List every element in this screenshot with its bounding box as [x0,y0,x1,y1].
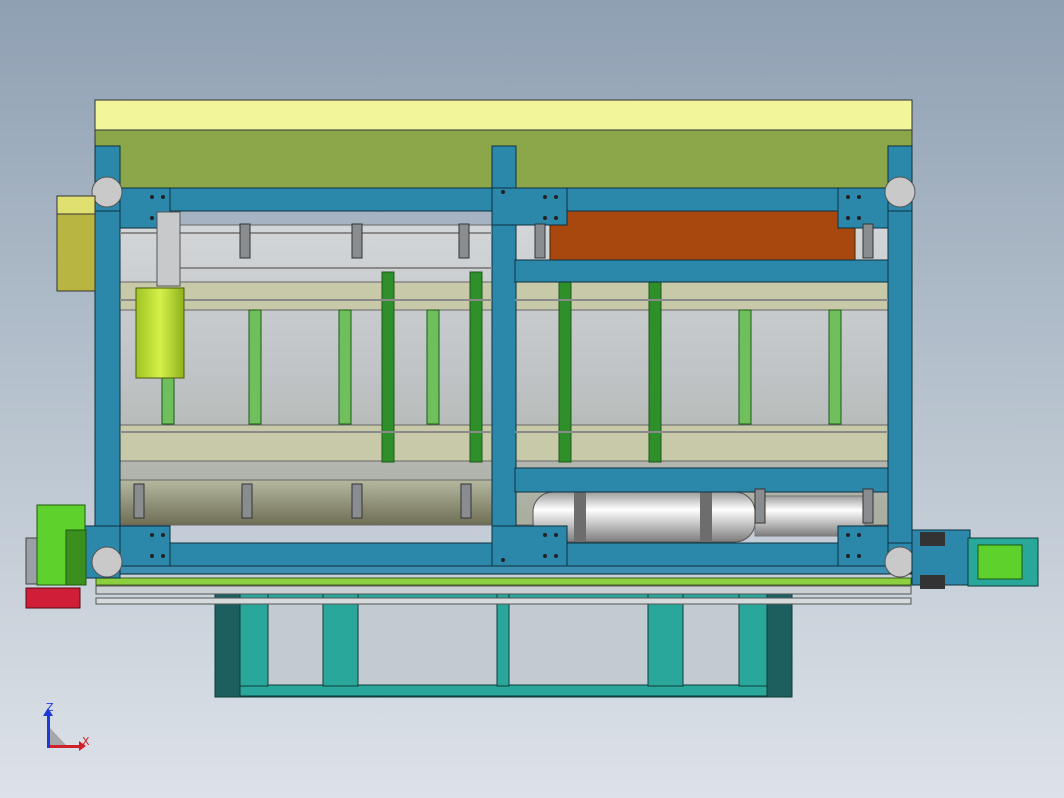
clamp [241,483,253,519]
bolt [161,195,165,199]
bolt [501,190,505,194]
bolt [554,533,558,537]
bolt [150,533,154,537]
axis-triad: Z X [43,701,90,751]
base-stand [214,577,793,698]
bolt [846,195,850,199]
bolt [846,533,850,537]
lower-rails [95,565,912,605]
green-slat [738,309,752,425]
green-slat [338,309,352,425]
right-drive-assembly [911,529,1039,589]
roller-cylinder [532,491,866,543]
bolt [846,554,850,558]
bolt [543,216,547,220]
clamp [862,488,874,524]
clamp [458,223,470,259]
bolt [554,216,558,220]
bolt [501,558,505,562]
bolt [161,554,165,558]
bolt [857,216,861,220]
clamp [133,483,145,519]
clamp [351,483,363,519]
x-axis-label: X [82,735,90,748]
cad-3d-viewport[interactable]: Z X [0,0,1064,798]
clamp [460,483,472,519]
green-slat [426,309,440,425]
bolt [857,554,861,558]
clamp [862,223,874,259]
clamp [239,223,251,259]
bolt [846,216,850,220]
bolt [543,554,547,558]
clamp [754,488,766,524]
bolt [554,195,558,199]
bolt [543,533,547,537]
bolt [857,195,861,199]
clamp [534,223,546,259]
green-slat [161,377,175,425]
bolt [161,533,165,537]
bolt [857,533,861,537]
bolt [150,195,154,199]
clamp [351,223,363,259]
bolt [543,195,547,199]
green-slat [828,309,842,425]
green-slat [248,309,262,425]
orange-belt-block [549,210,856,261]
bolt [150,554,154,558]
bolt [554,554,558,558]
z-axis-label: Z [46,701,54,714]
bolt [150,216,154,220]
